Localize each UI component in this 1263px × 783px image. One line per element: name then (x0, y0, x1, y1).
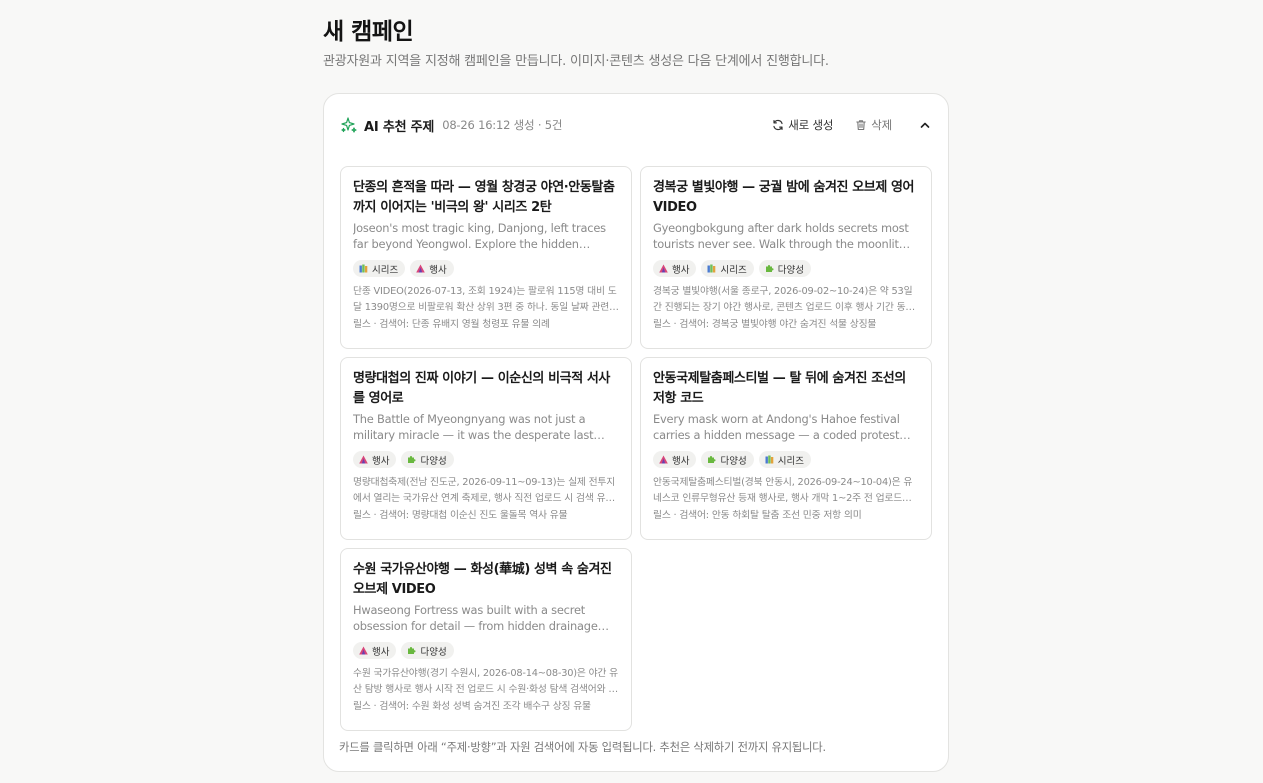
card-description: Every mask worn at Andong's Hahoe festiv… (653, 412, 900, 442)
tag-label: 행사 (372, 455, 390, 467)
chevron-up-icon (919, 119, 931, 131)
tag-chip: 행사 (653, 451, 697, 468)
books-icon (765, 455, 774, 464)
puzzle-icon (765, 264, 774, 273)
tent-icon (359, 646, 368, 655)
suggestion-card[interactable]: 명량대첩의 진짜 이야기 — 이순신의 비극적 서사를 영어로 The Battl… (340, 357, 632, 540)
puzzle-icon (407, 646, 417, 655)
tag-label: 행사 (672, 455, 690, 467)
card-tags: 행사 시리즈 다양성 (653, 260, 919, 277)
tag-chip: 행사 (653, 260, 697, 277)
books-icon (359, 264, 368, 273)
new-campaign-page: 새 캠페인 관광자원과 지역을 지정해 캠페인을 만듭니다. 이미지·콘텐츠 생… (323, 0, 949, 772)
tag-chip: 행사 (353, 451, 397, 468)
tag-label: 행사 (372, 646, 390, 658)
tent-icon (659, 455, 668, 464)
tag-chip: 시리즈 (758, 451, 811, 468)
page-subtitle: 관광자원과 지역을 지정해 캠페인을 만듭니다. 이미지·콘텐츠 생성은 다음 … (323, 54, 829, 69)
page-title: 새 캠페인 (323, 19, 414, 45)
tent-icon (359, 455, 368, 464)
card-keywords: 릴스 · 검색어: 경복궁 별빛야행 야간 숨겨진 석물 상징물 (653, 319, 877, 330)
suggestion-card[interactable]: 수원 국가유산야행 — 화성(華城) 성벽 속 숨겨진 오브제 VIDEO Hwa… (340, 548, 632, 731)
refresh-icon (772, 119, 788, 131)
card-title: 수원 국가유산야행 — 화성(華城) 성벽 속 숨겨진 오브제 VIDEO (353, 562, 612, 597)
tag-label: 행사 (429, 264, 447, 276)
delete-label: 삭제 (871, 118, 892, 132)
card-rationale: 명량대첩축제(전남 진도군, 2026-09-11~09-13)는 실제 전투지… (353, 477, 616, 504)
card-keywords: 릴스 · 검색어: 명량대첩 이순신 진도 울돌목 역사 유물 (353, 510, 568, 521)
tag-label: 시리즈 (777, 455, 804, 467)
card-keywords: 릴스 · 검색어: 수원 화성 성벽 숨겨진 조각 배수구 상징 유물 (353, 701, 591, 712)
puzzle-icon (407, 455, 417, 464)
card-description: Hwaseong Fortress was built with a secre… (353, 603, 598, 633)
tag-chip: 다양성 (758, 260, 811, 277)
header-actions: 새로 생성 삭제 (772, 117, 932, 133)
tag-chip: 시리즈 (701, 260, 754, 277)
tag-chip: 행사 (410, 260, 454, 277)
suggestion-card[interactable]: 경복궁 별빛야행 — 궁궐 밤에 숨겨진 오브제 영어 VIDEO Gyeongb… (640, 166, 932, 349)
puzzle-icon (707, 455, 717, 464)
card-rationale: 안동국제탈춤페스티벌(경북 안동시, 2026-09-24~10-04)은 유네… (653, 477, 913, 504)
card-tags: 행사 다양성 (353, 642, 619, 659)
card-tags: 시리즈 행사 (353, 260, 619, 277)
card-rationale: 수원 국가유산야행(경기 수원시, 2026-08-14~08-30)은 야간 … (353, 668, 618, 695)
card-tags: 행사 다양성 시리즈 (653, 451, 919, 468)
delete-button[interactable]: 삭제 (855, 117, 892, 133)
card-keywords: 릴스 · 검색어: 안동 하회탈 탈춤 조선 민중 저항 의미 (653, 510, 862, 521)
tag-label: 시리즈 (372, 264, 399, 276)
card-description: Gyeongbokgung after dark holds secrets m… (653, 221, 909, 251)
books-icon (707, 264, 716, 273)
suggestion-card[interactable]: 단종의 흔적을 따라 — 영월 창경궁 야연·안동탈춤까지 이어지는 '비극의 … (340, 166, 632, 349)
sparkle-icon (340, 116, 358, 134)
panel-meta: 08-26 16:12 생성 · 5건 (442, 118, 563, 132)
tag-label: 다양성 (777, 264, 804, 276)
card-title: 안동국제탈춤페스티벌 — 탈 뒤에 숨겨진 조선의 저항 코드 (653, 371, 906, 406)
ai-suggestion-panel: AI 추천 주제 08-26 16:12 생성 · 5건 새로 생성 삭제 단종… (323, 93, 949, 772)
tag-label: 행사 (672, 264, 690, 276)
card-title: 단종의 흔적을 따라 — 영월 창경궁 야연·안동탈춤까지 이어지는 '비극의 … (353, 180, 615, 215)
tag-label: 다양성 (420, 455, 447, 467)
card-title: 명량대첩의 진짜 이야기 — 이순신의 비극적 서사를 영어로 (353, 371, 610, 406)
tag-label: 다양성 (720, 455, 747, 467)
panel-footnote: 카드를 클릭하면 아래 “주제·방향”과 자원 검색어에 자동 입력됩니다. 추… (339, 741, 826, 754)
regenerate-button[interactable]: 새로 생성 (772, 117, 833, 133)
card-tags: 행사 다양성 (353, 451, 619, 468)
tag-chip: 행사 (353, 642, 397, 659)
card-title: 경복궁 별빛야행 — 궁궐 밤에 숨겨진 오브제 영어 VIDEO (653, 180, 915, 215)
tag-label: 다양성 (420, 646, 447, 658)
tent-icon (659, 264, 668, 273)
card-keywords: 릴스 · 검색어: 단종 유배지 영월 청령포 유물 의례 (353, 319, 550, 330)
card-description: Joseon's most tragic king, Danjong, left… (353, 221, 606, 251)
card-rationale: 경복궁 별빛야행(서울 종로구, 2026-09-02~10-24)은 약 53… (653, 286, 915, 313)
regenerate-label: 새로 생성 (788, 118, 834, 132)
card-rationale: 단종 VIDEO(2026-07-13, 조회 1924)는 팔로워 115명 … (353, 286, 617, 313)
collapse-button[interactable] (918, 118, 932, 132)
tag-chip: 다양성 (701, 451, 754, 468)
tag-chip: 다양성 (401, 451, 454, 468)
tag-chip: 다양성 (401, 642, 454, 659)
panel-header: AI 추천 주제 08-26 16:12 생성 · 5건 새로 생성 삭제 (340, 115, 932, 135)
panel-title: AI 추천 주제 (364, 119, 435, 135)
suggestion-card[interactable]: 안동국제탈춤페스티벌 — 탈 뒤에 숨겨진 조선의 저항 코드 Every mas… (640, 357, 932, 540)
tent-icon (416, 264, 426, 273)
tag-chip: 시리즈 (353, 260, 406, 277)
tag-label: 시리즈 (720, 264, 747, 276)
card-description: The Battle of Myeongnyang was not just a… (353, 412, 594, 442)
trash-icon (855, 119, 871, 131)
